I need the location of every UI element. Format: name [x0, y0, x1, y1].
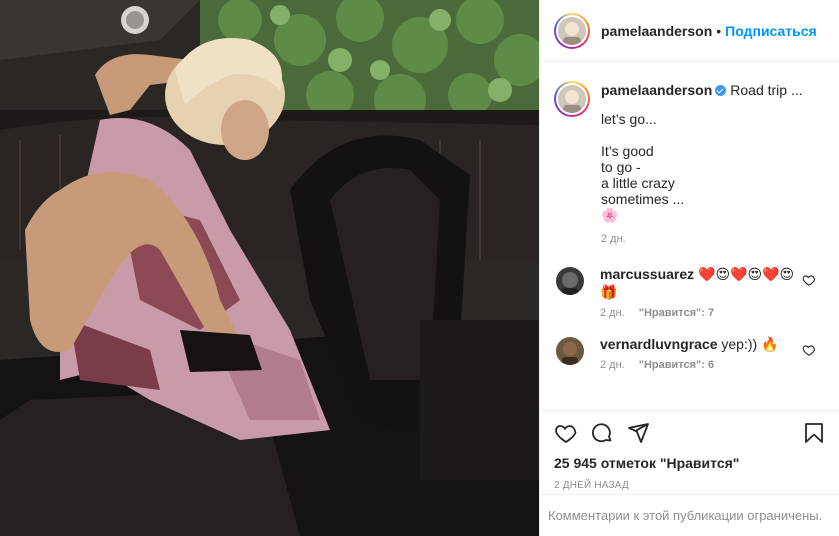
photo-image	[0, 0, 539, 536]
caption-lead: Road trip ...	[730, 82, 803, 98]
author-username[interactable]: pamelaanderson	[601, 23, 712, 39]
comment-like-heart-icon[interactable]	[802, 273, 816, 287]
commenter-avatar[interactable]	[556, 267, 584, 295]
caption-text-column: pamelaanderson Road trip ... let’s go... …	[601, 81, 821, 245]
comment-meta: 2 дн. "Нравится": 6	[600, 359, 800, 371]
comment-username[interactable]: marcussuarez	[600, 266, 694, 282]
posted-ago[interactable]: 2 дней назад	[540, 480, 839, 491]
share-send-icon[interactable]	[626, 421, 650, 445]
comments-list[interactable]: pamelaanderson Road trip ... let’s go... …	[540, 63, 839, 409]
caption-body: let’s go... It’s good to go - a little c…	[601, 111, 685, 223]
comment-bubble-icon[interactable]	[590, 421, 614, 445]
save-bookmark-icon[interactable]	[802, 421, 826, 445]
comment-likes[interactable]: "Нравится": 7	[639, 307, 714, 319]
caption-username[interactable]: pamelaanderson	[601, 82, 712, 98]
caption-time[interactable]: 2 дн.	[601, 233, 821, 245]
author-avatar[interactable]	[554, 12, 590, 49]
caption-author-avatar[interactable]	[554, 81, 590, 117]
comment-text: yep:)) 🔥	[721, 336, 779, 352]
author-avatar-image	[556, 14, 588, 47]
comment-likes[interactable]: "Нравится": 6	[639, 359, 714, 371]
likes-count[interactable]: 25 945 отметок "Нравится"	[540, 455, 839, 471]
comments-restricted-notice: Комментарии к этой публикации ограничены…	[540, 494, 839, 536]
follow-button[interactable]: Подписаться	[725, 23, 817, 39]
comment-text-column: vernardluvngrace yep:)) 🔥 2 дн. "Нравится…	[600, 335, 800, 371]
comment-text-column: marcussuarez ❤️😍❤️😍❤️😍🎁 2 дн. "Нравится":…	[600, 265, 800, 319]
caption-author-avatar-image	[556, 83, 588, 115]
commenter-avatar[interactable]	[556, 337, 584, 365]
comment-item: vernardluvngrace yep:)) 🔥 2 дн. "Нравится…	[540, 335, 839, 371]
action-icon-row	[540, 411, 839, 455]
comment-line: vernardluvngrace yep:)) 🔥	[600, 335, 800, 353]
like-heart-icon[interactable]	[554, 421, 578, 445]
post-caption: pamelaanderson Road trip ... let’s go... …	[540, 63, 839, 245]
post-header: pamelaanderson • Подписаться	[540, 0, 839, 62]
post-side-panel: pamelaanderson • Подписаться pamelaander…	[539, 0, 839, 536]
comment-meta: 2 дн. "Нравится": 7	[600, 307, 800, 319]
comment-like-heart-icon[interactable]	[802, 343, 816, 357]
post-photo[interactable]	[0, 0, 539, 536]
comment-time[interactable]: 2 дн.	[600, 307, 625, 319]
comment-time[interactable]: 2 дн.	[600, 359, 625, 371]
comment-line: marcussuarez ❤️😍❤️😍❤️😍🎁	[600, 265, 800, 301]
comment-username[interactable]: vernardluvngrace	[600, 336, 718, 352]
separator-dot: •	[716, 22, 722, 39]
post-actions: 25 945 отметок "Нравится" 2 дней назад	[540, 410, 839, 491]
instagram-post: pamelaanderson • Подписаться pamelaander…	[0, 0, 839, 536]
caption-first-line: pamelaanderson Road trip ...	[601, 81, 821, 99]
verified-badge-icon	[715, 85, 727, 96]
comment-item: marcussuarez ❤️😍❤️😍❤️😍🎁 2 дн. "Нравится":…	[540, 265, 839, 319]
